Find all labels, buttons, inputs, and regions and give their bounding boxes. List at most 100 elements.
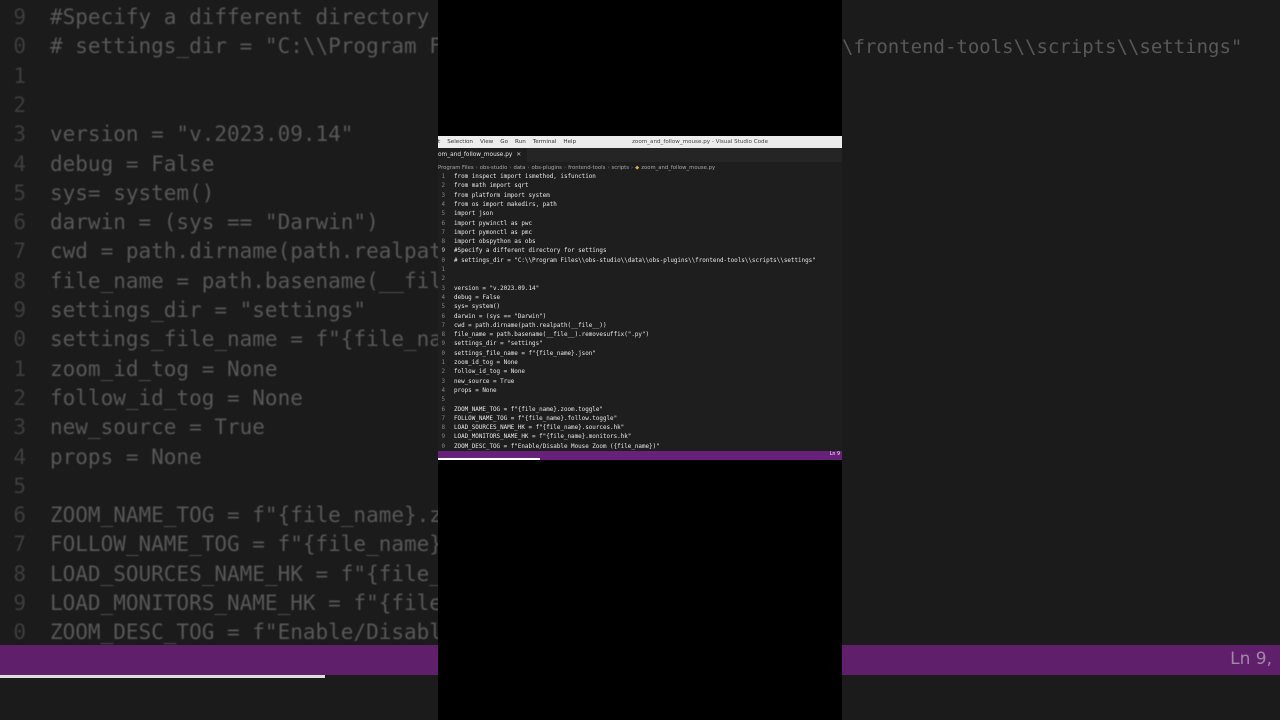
code-text[interactable]: import pymonctl as pmc (454, 229, 532, 238)
background-line-number: 0 (13, 620, 26, 645)
code-text[interactable]: settings_file_name = f"{file_name}.json" (454, 350, 596, 359)
code-text[interactable]: follow_id_tog = None (454, 368, 525, 377)
code-line[interactable]: 3 version = "v.2023.09.14" (438, 285, 842, 294)
background-code-text: #Specify a different directory fo (50, 5, 468, 29)
code-line[interactable]: 0 settings_file_name = f"{file_name}.json… (438, 350, 842, 359)
code-line[interactable]: 8 import obspython as obs (438, 238, 842, 247)
code-line[interactable]: 8 file_name = path.basename(__file__).rem… (438, 331, 842, 340)
background-line-number: 5 (13, 180, 26, 205)
code-line[interactable]: 9 #Specify a different directory for sett… (438, 247, 842, 256)
code-line[interactable]: 9 LOAD_MONITORS_NAME_HK = f"{file_name}.m… (438, 433, 842, 442)
menu-item[interactable]: View (480, 139, 493, 145)
code-text[interactable]: debug = False (454, 294, 500, 303)
background-code-text: file_name = path.basename(__file_ (50, 268, 468, 293)
code-text[interactable]: #Specify a different directory for setti… (454, 247, 607, 256)
breadcrumb-item[interactable]: obs-plugins (532, 163, 562, 173)
code-line[interactable]: 5 import json (438, 210, 842, 219)
line-number: 6 (441, 220, 445, 227)
chevron-right-icon: › (631, 165, 634, 171)
line-number: 6 (441, 313, 445, 320)
code-line[interactable]: 1 from inspect import ismethod, isfunctio… (438, 173, 842, 182)
code-text[interactable]: from os import makedirs, path (454, 201, 557, 210)
code-line[interactable]: 2 follow_id_tog = None (438, 368, 842, 377)
code-text[interactable]: from platform import system (454, 192, 550, 201)
code-text[interactable]: version = "v.2023.09.14" (454, 285, 539, 294)
code-text[interactable]: new_source = True (454, 378, 514, 387)
chevron-right-icon: › (527, 165, 530, 171)
code-line[interactable]: 8 LOAD_SOURCES_NAME_HK = f"{file_name}.so… (438, 424, 842, 433)
background-right-fragment: \frontend-tools\\scripts\\settings" (842, 36, 1243, 58)
background-line-number: 3 (13, 122, 26, 147)
background-progress-bar (0, 675, 325, 678)
code-text[interactable]: from inspect import ismethod, isfunction (454, 173, 596, 182)
code-line[interactable]: 4 props = None (438, 387, 842, 396)
code-line[interactable]: 1 (438, 266, 842, 275)
code-text[interactable]: LOAD_SOURCES_NAME_HK = f"{file_name}.sou… (454, 424, 624, 433)
background-line-number: 9 (13, 298, 26, 322)
code-text[interactable]: FOLLOW_NAME_TOG = f"{file_name}.follow.t… (454, 415, 617, 424)
code-line[interactable]: 7 import pymonctl as pmc (438, 229, 842, 238)
window-title: zoom_and_follow_mouse.py - Visual Studio… (632, 139, 769, 145)
editor-tab[interactable]: om_and_follow_mouse.py ✕ (438, 148, 528, 162)
code-text[interactable]: file_name = path.basename(__file__).remo… (454, 331, 649, 340)
tab-label: om_and_follow_mouse.py (438, 152, 513, 158)
code-line[interactable]: 0 # settings_dir = "C:\\Program Files\\ob… (438, 257, 842, 266)
code-line[interactable]: 9 settings_dir = "settings" (438, 340, 842, 349)
line-number: 8 (441, 332, 445, 339)
breadcrumb-item[interactable]: data (513, 163, 525, 173)
menu-item[interactable]: Terminal (533, 139, 557, 145)
code-text[interactable]: zoom_id_tog = None (454, 359, 518, 368)
code-line[interactable]: 2 from math import sqrt (438, 182, 842, 191)
code-text[interactable]: settings_dir = "settings" (454, 340, 543, 349)
menu-item[interactable]: t (438, 139, 440, 145)
menu-item[interactable]: Run (515, 139, 526, 145)
code-text[interactable]: darwin = (sys == "Darwin") (454, 313, 546, 322)
background-line-number: 5 (13, 473, 26, 498)
background-line-number: 9 (13, 5, 26, 29)
code-text[interactable]: import pywinctl as pwc (454, 220, 532, 229)
breadcrumb-item[interactable]: zoom_and_follow_mouse.py (641, 163, 715, 173)
code-text[interactable]: from math import sqrt (454, 182, 528, 191)
code-line[interactable]: 7 cwd = path.dirname(path.realpath(__file… (438, 322, 842, 331)
menu-item[interactable]: Go (500, 139, 508, 145)
background-code-text: # settings_dir = "C:\\Program Fil (50, 34, 468, 59)
code-text[interactable]: cwd = path.dirname(path.realpath(__file_… (454, 322, 607, 331)
breadcrumb-item[interactable]: obs-studio (480, 163, 508, 173)
code-line[interactable]: 5 (438, 396, 842, 405)
code-line[interactable]: 6 import pywinctl as pwc (438, 220, 842, 229)
code-line[interactable]: 6 darwin = (sys == "Darwin") (438, 313, 842, 322)
code-line[interactable]: 7 FOLLOW_NAME_TOG = f"{file_name}.follow.… (438, 415, 842, 424)
code-line[interactable]: 1 zoom_id_tog = None (438, 359, 842, 368)
code-line[interactable]: 3 new_source = True (438, 378, 842, 387)
code-text[interactable]: import json (454, 210, 493, 219)
code-line[interactable]: 4 debug = False (438, 294, 842, 303)
code-editor[interactable]: 1 from inspect import ismethod, isfunctio… (438, 173, 842, 451)
background-code-text: follow_id_tog = None (50, 385, 303, 410)
background-line-number: 0 (13, 34, 26, 59)
line-number: 1 (441, 360, 445, 366)
code-text[interactable]: ZOOM_NAME_TOG = f"{file_name}.zoom.toggl… (454, 406, 603, 415)
menu-item[interactable]: Selection (447, 139, 473, 145)
menu-item[interactable]: Help (563, 139, 576, 145)
background-line-number: 2 (13, 385, 26, 410)
code-line[interactable]: 6 ZOOM_NAME_TOG = f"{file_name}.zoom.togg… (438, 406, 842, 415)
code-line[interactable]: 3 from platform import system (438, 192, 842, 201)
code-text[interactable]: import obspython as obs (454, 238, 536, 247)
background-line-number: 8 (13, 268, 26, 293)
line-number: 7 (441, 322, 445, 329)
breadcrumb-item[interactable]: Program Files (438, 163, 474, 173)
code-text[interactable]: # settings_dir = "C:\\Program Files\\obs… (454, 257, 816, 266)
background-code-text: settings_file_name = f"{file_name (50, 327, 468, 352)
background-code-text: sys= system() (50, 180, 215, 205)
status-cursor-position[interactable]: Ln 9 (830, 452, 840, 457)
code-line[interactable]: 4 from os import makedirs, path (438, 201, 842, 210)
background-code-text: new_source = True (50, 415, 265, 440)
close-icon[interactable]: ✕ (516, 148, 521, 162)
breadcrumb-item[interactable]: frontend-tools (568, 163, 605, 173)
code-line[interactable]: 5 sys= system() (438, 303, 842, 312)
code-text[interactable]: props = None (454, 387, 497, 396)
code-text[interactable]: sys= system() (454, 303, 500, 312)
code-text[interactable]: LOAD_MONITORS_NAME_HK = f"{file_name}.mo… (454, 433, 631, 442)
code-line[interactable]: 2 (438, 275, 842, 284)
breadcrumb-item[interactable]: scripts (611, 163, 629, 173)
